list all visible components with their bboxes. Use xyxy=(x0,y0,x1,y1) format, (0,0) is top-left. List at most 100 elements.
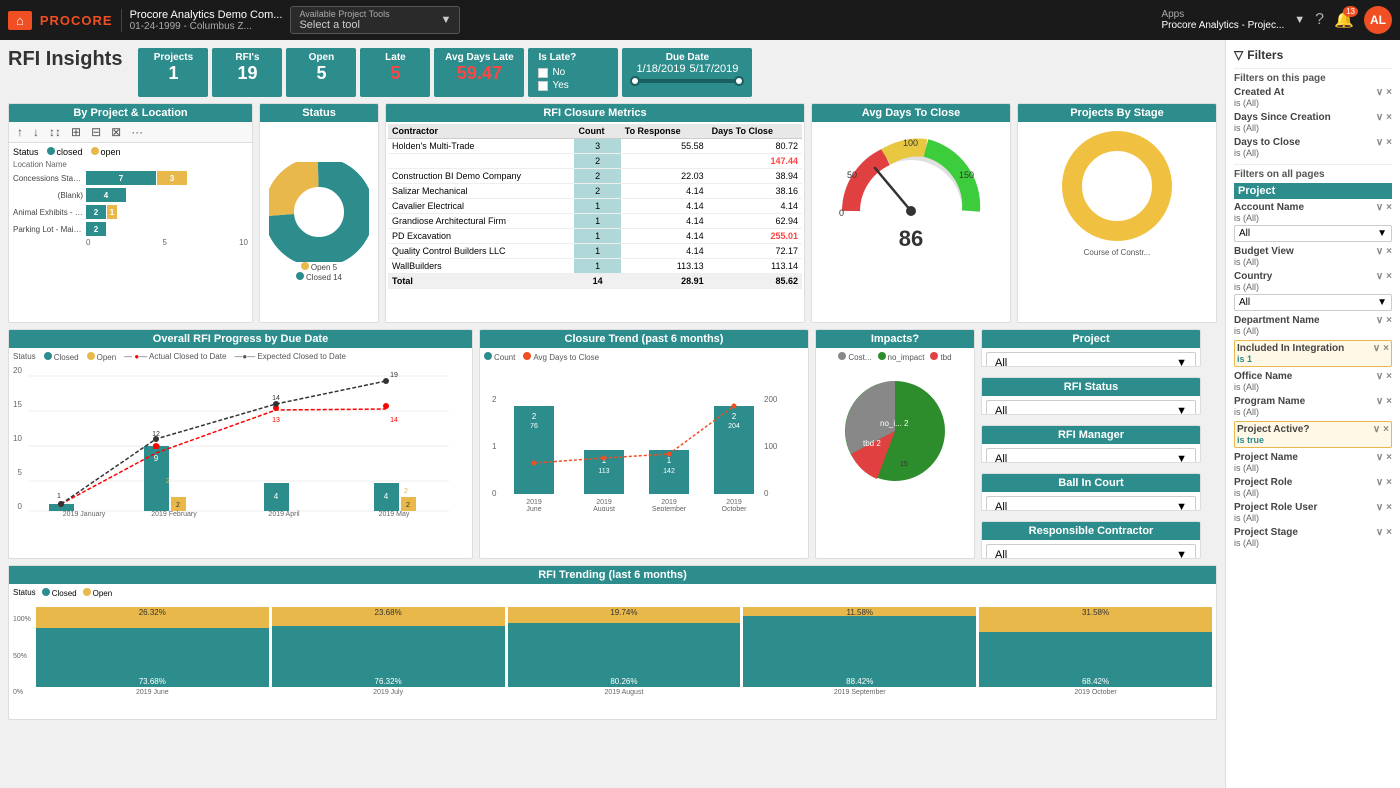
filter-proj-role-chevron[interactable]: ∨ xyxy=(1376,477,1383,488)
filter-x2[interactable]: × xyxy=(1386,112,1392,123)
y-axis-label: Location Name xyxy=(13,160,248,169)
ball-in-court-dropdown[interactable]: All ▼ xyxy=(986,496,1196,511)
filter-icon[interactable]: ⊟ xyxy=(87,124,105,140)
cell-contractor: Cavalier Electrical xyxy=(388,199,574,214)
donut-label: Course of Constr... xyxy=(1084,248,1151,257)
project-selector[interactable]: Procore Analytics Demo Com... 01-24-1999… xyxy=(121,9,283,32)
sort-double-icon[interactable]: ↕↕ xyxy=(45,124,65,140)
prog-legend-actual: — ●— Actual Closed to Date xyxy=(124,352,226,362)
trending-september-label: 2019 September xyxy=(834,689,886,696)
filter-days-close-value: is (All) xyxy=(1234,148,1392,158)
filter-proj-role-user-chevron[interactable]: ∨ xyxy=(1376,502,1383,513)
filter-account-chevron[interactable]: ∨ xyxy=(1376,202,1383,213)
home-button[interactable]: ⌂ xyxy=(8,11,32,30)
filter-proj-role-x[interactable]: × xyxy=(1386,477,1392,488)
filter-proj-name-value: is (All) xyxy=(1234,463,1392,473)
user-avatar[interactable]: AL xyxy=(1364,6,1392,34)
axis-0: 0 xyxy=(86,238,90,247)
filter-proj-role-user-x[interactable]: × xyxy=(1386,502,1392,513)
filter-program-chevron[interactable]: ∨ xyxy=(1376,396,1383,407)
project-arrow: ▼ xyxy=(1176,357,1187,367)
rfi-manager-dropdown[interactable]: All ▼ xyxy=(986,448,1196,463)
filter-proj-active-chevron[interactable]: ∨ xyxy=(1373,424,1380,435)
impacts-title: Impacts? xyxy=(816,330,974,348)
cell-contractor: Holden's Multi-Trade xyxy=(388,139,574,154)
trending-august-label: 2019 August xyxy=(604,689,643,696)
filter-dept-chevron[interactable]: ∨ xyxy=(1376,315,1383,326)
svg-text:June: June xyxy=(526,506,541,511)
sort-asc-icon[interactable]: ↑ xyxy=(13,124,27,140)
filter-budget-x[interactable]: × xyxy=(1386,246,1392,257)
filter-country-value: is (All) xyxy=(1234,282,1392,292)
apps-selector[interactable]: Apps Procore Analytics - Projec... xyxy=(1161,9,1284,31)
cell-to-response: 4.14 xyxy=(621,244,708,259)
kpi-projects: Projects 1 xyxy=(138,48,208,97)
expand-icon[interactable]: ⊠ xyxy=(107,124,125,140)
filter-office-chevron[interactable]: ∨ xyxy=(1376,371,1383,382)
kpi-projects-value: 1 xyxy=(148,63,198,84)
filter-integration-x[interactable]: × xyxy=(1383,343,1389,354)
country-dropdown[interactable]: All ▼ xyxy=(1234,294,1392,311)
kpi-avg-days-label: Avg Days Late xyxy=(444,52,514,63)
filter-country-x[interactable]: × xyxy=(1386,271,1392,282)
is-late-no-checkbox[interactable] xyxy=(538,68,548,78)
svg-text:2019 April: 2019 April xyxy=(268,511,300,518)
tools-selector[interactable]: Available Project Tools Select a tool ▼ xyxy=(290,6,460,34)
filter-proj-role-label: Project Role ∨ × xyxy=(1234,477,1392,488)
sort-desc-icon[interactable]: ↓ xyxy=(29,124,43,140)
pie-inner: Open 5 Closed 14 xyxy=(260,122,378,322)
filter-country-chevron[interactable]: ∨ xyxy=(1376,271,1383,282)
apps-dropdown-arrow[interactable]: ▼ xyxy=(1294,14,1305,26)
filter-office-name: Office Name ∨ × is (All) xyxy=(1234,371,1392,392)
filter-proj-name-chevron[interactable]: ∨ xyxy=(1376,452,1383,463)
date-slider-right-thumb[interactable] xyxy=(734,76,744,86)
responsible-contractor-dropdown[interactable]: All ▼ xyxy=(986,544,1196,559)
account-name-dropdown[interactable]: All ▼ xyxy=(1234,225,1392,242)
topnav-right: Apps Procore Analytics - Projec... ▼ ? 🔔… xyxy=(1161,6,1392,34)
svg-text:14: 14 xyxy=(272,395,280,402)
main-container: RFI Insights Projects 1 RFI's 19 Open 5 … xyxy=(0,40,1400,788)
bar-closed-2: 4 xyxy=(86,188,126,202)
filter-budget-label: Budget View ∨ × xyxy=(1234,246,1392,257)
filter-account-x[interactable]: × xyxy=(1386,202,1392,213)
trending-august-open: 19.74% xyxy=(508,607,741,623)
filter-x3[interactable]: × xyxy=(1386,137,1392,148)
filter-proj-name-x[interactable]: × xyxy=(1386,452,1392,463)
trending-bars: 100% 50% 0% 26.32% 73.68% 2019 June xyxy=(13,601,1212,696)
date-slider-left-thumb[interactable] xyxy=(630,76,640,86)
filter-chevron[interactable]: ∨ xyxy=(1376,87,1383,98)
date-slider[interactable] xyxy=(630,79,744,83)
projects-by-stage-title: Projects By Stage xyxy=(1018,104,1216,122)
filter-proj-stage-chevron[interactable]: ∨ xyxy=(1376,527,1383,538)
filter-proj-stage-x[interactable]: × xyxy=(1386,527,1392,538)
svg-text:113: 113 xyxy=(598,468,609,475)
filter-office-x[interactable]: × xyxy=(1386,371,1392,382)
filter-budget-chevron[interactable]: ∨ xyxy=(1376,246,1383,257)
filter-program-x[interactable]: × xyxy=(1386,396,1392,407)
filter-proj-role-value: is (All) xyxy=(1234,488,1392,498)
filter-program-value: is (All) xyxy=(1234,407,1392,417)
filter-integration-chevron[interactable]: ∨ xyxy=(1373,343,1380,354)
cell-to-response: 55.58 xyxy=(621,139,708,154)
bar-row-1: Concessions Stands -... 7 3 xyxy=(13,171,248,185)
y-5: 5 xyxy=(17,468,21,477)
filter-chevron3[interactable]: ∨ xyxy=(1376,137,1383,148)
responsible-contractor-title: Responsible Contractor xyxy=(982,522,1200,540)
rfi-status-dropdown[interactable]: All ▼ xyxy=(986,400,1196,415)
trend-avg-legend: Avg Days to Close xyxy=(523,352,599,362)
table-row: 2 147.44 xyxy=(388,154,802,169)
trend-inner: Count Avg Days to Close 0 1 2 0 100 200 xyxy=(480,348,808,518)
filter-proj-active-x[interactable]: × xyxy=(1383,424,1389,435)
is-late-yes-checkbox[interactable] xyxy=(538,81,548,91)
bar-row-4: Parking Lot - Main Lot 2 xyxy=(13,222,248,236)
filter-chevron2[interactable]: ∨ xyxy=(1376,112,1383,123)
filter-x[interactable]: × xyxy=(1386,87,1392,98)
project-dropdown[interactable]: All ▼ xyxy=(986,352,1196,367)
filter-dept-x[interactable]: × xyxy=(1386,315,1392,326)
help-button[interactable]: ? xyxy=(1315,11,1324,29)
hierarchy-icon[interactable]: ⊞ xyxy=(67,124,85,140)
svg-text:0: 0 xyxy=(764,489,769,498)
notifications-button[interactable]: 🔔13 xyxy=(1334,10,1354,30)
row3: Overall RFI Progress by Due Date Status … xyxy=(8,329,1217,559)
more-icon[interactable]: ··· xyxy=(127,124,147,140)
